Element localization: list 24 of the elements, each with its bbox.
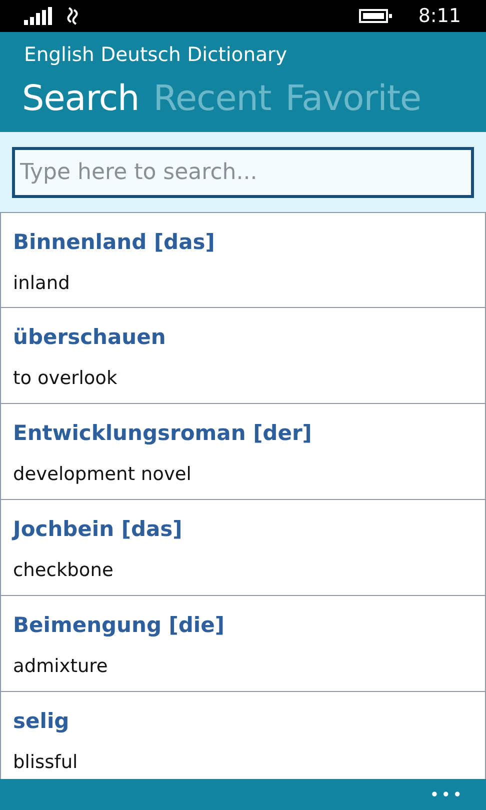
- entry-item[interactable]: Jochbein [das] checkbone: [0, 500, 486, 596]
- tab[interactable]: Search: [22, 74, 140, 124]
- entry-item[interactable]: Beimengung [die] admixture: [0, 596, 486, 692]
- entry-word: Binnenland [das]: [13, 229, 216, 256]
- entry-translation: checkbone: [13, 559, 114, 583]
- entry-word: selig: [13, 708, 70, 735]
- entry-word: Entwicklungsroman [der]: [13, 420, 313, 447]
- entry-item[interactable]: Entwicklungsroman [der] development novel: [0, 404, 486, 500]
- more-button[interactable]: •••: [428, 784, 466, 804]
- entry-translation: to overlook: [13, 367, 118, 391]
- signal-icon: [24, 7, 53, 25]
- entry-translation: blissful: [13, 751, 79, 775]
- entry-translation: admixture: [13, 655, 109, 679]
- entry-word: überschauen: [13, 324, 167, 351]
- entry-item[interactable]: Binnenland [das] inland: [0, 212, 486, 308]
- battery-icon: [359, 9, 392, 23]
- entry-translation: development novel: [13, 463, 192, 487]
- entry-word: Beimengung [die]: [13, 612, 226, 639]
- clock-time: 8:11: [418, 5, 461, 27]
- entry-translation: inland: [13, 272, 71, 296]
- entry-item[interactable]: überschauen to overlook: [0, 308, 486, 404]
- app-title: English Deutsch Dictionary: [24, 42, 288, 68]
- entry-word: Jochbein [das]: [13, 516, 184, 543]
- search-field[interactable]: Type here to search...: [12, 147, 474, 198]
